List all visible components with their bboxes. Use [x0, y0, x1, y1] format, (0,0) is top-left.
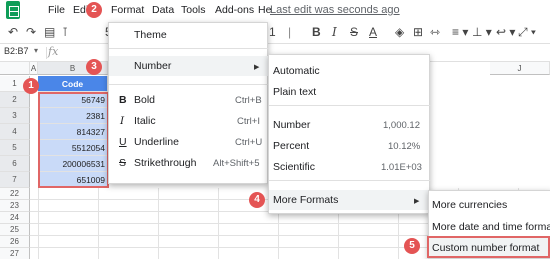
row-header-4[interactable]: 4: [0, 124, 30, 140]
format-menu: Theme Number ▶ B Bold Ctrl+B I Italic Ct…: [108, 22, 269, 184]
menu-item-automatic[interactable]: Automatic: [273, 65, 320, 77]
menu-item-more-formats[interactable]: More Formats: [273, 194, 338, 206]
strikethrough-icon[interactable]: S: [350, 25, 358, 39]
print-icon[interactable]: ▤: [44, 25, 55, 39]
redo-icon[interactable]: ↷: [26, 25, 36, 39]
row-header-5[interactable]: 5: [0, 140, 30, 156]
menu-item-more-date-time[interactable]: More date and time formats: [432, 221, 550, 233]
menu-separator: [269, 180, 431, 181]
menu-item-theme[interactable]: Theme: [134, 29, 167, 41]
menu-item-number-highlight: [109, 56, 269, 76]
column-header-a[interactable]: A: [30, 62, 38, 75]
custom-format-highlight-box: [427, 236, 550, 258]
menu-file[interactable]: File: [48, 4, 65, 16]
sheets-logo-icon[interactable]: [6, 1, 20, 19]
step-badge-2: 2: [86, 2, 102, 18]
row-header-2[interactable]: 2: [0, 92, 30, 108]
name-box[interactable]: B2:B7: [4, 46, 29, 56]
underline-shortcut: Ctrl+U: [235, 137, 263, 148]
toolbar: ↶ ↷ ▤ ⊺ 5 1 | B I S A ◈ ⊞ ⇿ ≡ ▾ ⊥ ▾ ↩ ▾ …: [0, 22, 550, 44]
row-header-26[interactable]: 26: [0, 236, 30, 248]
italic-icon[interactable]: I: [332, 25, 337, 39]
font-size-select[interactable]: 1: [269, 25, 276, 39]
toolbar-divider: |: [288, 25, 292, 39]
menu-tools[interactable]: Tools: [181, 4, 206, 16]
undo-icon[interactable]: ↶: [8, 25, 18, 39]
borders-icon[interactable]: ⊞: [413, 25, 423, 39]
menu-item-number[interactable]: Number: [134, 60, 171, 72]
strikethrough-icon: S: [119, 157, 127, 169]
menu-item-underline[interactable]: Underline: [134, 136, 179, 148]
menu-item-plain-text[interactable]: Plain text: [273, 86, 316, 98]
number-example: 1,000.12: [383, 120, 420, 131]
menu-separator: [109, 84, 269, 85]
row-header-7[interactable]: 7: [0, 172, 30, 188]
menu-bar: File Edit Format Data Tools Add-ons He L…: [0, 0, 550, 22]
scientific-example: 1.01E+03: [381, 162, 422, 173]
row-header-22[interactable]: 22: [0, 188, 30, 200]
menu-format[interactable]: Format: [111, 4, 144, 16]
row-header-27[interactable]: 27: [0, 248, 30, 259]
column-header-j[interactable]: J: [490, 62, 550, 75]
menu-separator: [269, 105, 431, 106]
menu-item-bold[interactable]: Bold: [134, 94, 155, 106]
step-badge-1: 1: [23, 78, 39, 94]
row-header-25[interactable]: 25: [0, 224, 30, 236]
bold-icon[interactable]: B: [312, 25, 321, 39]
text-color-icon[interactable]: A: [369, 25, 377, 39]
name-box-dropdown-icon[interactable]: ▾: [34, 46, 38, 55]
menu-separator: [109, 48, 269, 49]
align-icon[interactable]: ≡ ▾: [452, 25, 468, 39]
menu-data[interactable]: Data: [152, 4, 174, 16]
menu-item-percent[interactable]: Percent: [273, 140, 309, 152]
submenu-arrow-icon: ▶: [254, 64, 260, 71]
bold-shortcut: Ctrl+B: [235, 95, 262, 106]
header-cell-code[interactable]: Code: [38, 76, 108, 92]
paint-format-icon[interactable]: ⊺: [62, 25, 68, 39]
valign-icon[interactable]: ⊥ ▾: [472, 25, 492, 39]
italic-icon: I: [120, 115, 125, 127]
strikethrough-shortcut: Alt+Shift+5: [213, 158, 260, 169]
menu-item-more-currencies[interactable]: More currencies: [432, 199, 507, 211]
menu-item-number-format[interactable]: Number: [273, 119, 310, 131]
selection-highlight-box: [38, 92, 109, 188]
fx-icon: fx: [48, 45, 59, 58]
step-badge-3: 3: [86, 59, 102, 75]
step-badge-4: 4: [249, 192, 265, 208]
row-header-3[interactable]: 3: [0, 108, 30, 124]
italic-shortcut: Ctrl+I: [237, 116, 260, 127]
underline-icon: U: [119, 136, 127, 148]
menu-item-scientific[interactable]: Scientific: [273, 161, 315, 173]
number-submenu: Automatic Plain text Number 1,000.12 Per…: [268, 54, 431, 214]
row-header-6[interactable]: 6: [0, 156, 30, 172]
last-edit-link[interactable]: Last edit was seconds ago: [270, 4, 400, 16]
google-sheets-window: File Edit Format Data Tools Add-ons He L…: [0, 0, 550, 259]
menu-addons[interactable]: Add-ons: [215, 4, 254, 16]
percent-example: 10.12%: [388, 141, 421, 152]
fill-color-icon[interactable]: ◈: [395, 25, 404, 39]
corner-cell[interactable]: [0, 62, 30, 75]
menu-item-italic[interactable]: Italic: [134, 115, 156, 127]
rotate-icon[interactable]: ⤢ ▾: [518, 25, 536, 40]
formula-divider: [46, 47, 47, 59]
bold-icon: B: [119, 94, 127, 106]
merge-icon[interactable]: ⇿: [430, 25, 440, 39]
menu-item-strikethrough[interactable]: Strikethrough: [134, 157, 196, 169]
step-badge-5: 5: [404, 238, 420, 254]
wrap-icon[interactable]: ↩ ▾: [496, 25, 515, 39]
submenu-arrow-icon: ▶: [414, 198, 420, 205]
row-header-24[interactable]: 24: [0, 212, 30, 224]
row-header-23[interactable]: 23: [0, 200, 30, 212]
